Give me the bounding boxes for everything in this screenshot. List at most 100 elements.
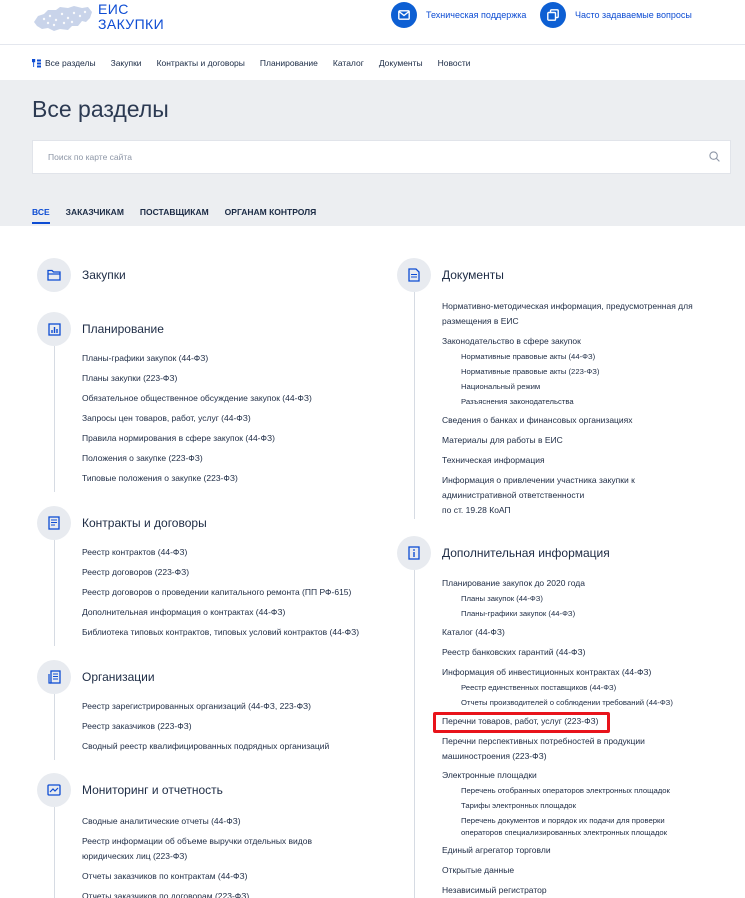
section-link-continued[interactable]: размещения в ЕИС bbox=[442, 315, 693, 335]
section-contracts: Контракты и договоры Реестр контрактов (… bbox=[37, 506, 359, 646]
section-sublink-continued[interactable]: операторов специализированных электронны… bbox=[442, 827, 673, 844]
section-link[interactable]: Дополнительная информация о контрактах (… bbox=[82, 606, 359, 626]
search-input[interactable] bbox=[33, 141, 693, 173]
nav-planning[interactable]: Планирование bbox=[260, 58, 318, 68]
section-link[interactable]: Реестр договоров о проведении капитально… bbox=[82, 586, 359, 606]
section-sublink[interactable]: Нормативные правовые акты (44-ФЗ) bbox=[442, 351, 693, 366]
nav-news[interactable]: Новости bbox=[438, 58, 471, 68]
section-link[interactable]: Отчеты заказчиков по договорам (223-ФЗ) bbox=[82, 890, 312, 898]
section-title[interactable]: Документы bbox=[442, 268, 504, 282]
section-link[interactable]: Сводные аналитические отчеты (44-ФЗ) bbox=[82, 815, 312, 835]
sitemap-icon bbox=[32, 58, 41, 67]
section-link[interactable]: Реестр информации об объеме выручки отде… bbox=[82, 835, 312, 850]
section-title[interactable]: Планирование bbox=[82, 322, 164, 336]
section-link[interactable]: Библиотека типовых контрактов, типовых у… bbox=[82, 626, 359, 646]
file-icon bbox=[397, 258, 431, 292]
section-link[interactable]: Планы-графики закупок (44-ФЗ) bbox=[82, 352, 312, 372]
nav-all-sections[interactable]: Все разделы bbox=[32, 58, 96, 68]
section-link[interactable]: Типовые положения о закупке (223-ФЗ) bbox=[82, 472, 312, 492]
section-sublink[interactable]: Нормативные правовые акты (223-ФЗ) bbox=[442, 366, 693, 381]
section-link[interactable]: Реестр контрактов (44-ФЗ) bbox=[82, 546, 359, 566]
section-link[interactable]: Материалы для работы в ЕИС bbox=[442, 434, 693, 454]
section-link-continued[interactable]: юридических лиц (223-ФЗ) bbox=[82, 850, 312, 870]
nav-catalog[interactable]: Каталог bbox=[333, 58, 364, 68]
section-link-continued[interactable]: по ст. 19.28 КоАП bbox=[442, 504, 693, 519]
tab-customers[interactable]: ЗАКАЗЧИКАМ bbox=[66, 207, 124, 217]
section-monitoring: Мониторинг и отчетность Сводные аналитич… bbox=[37, 773, 312, 898]
section-link[interactable]: Реестр зарегистрированных организаций (4… bbox=[82, 700, 329, 720]
section-link[interactable]: Единый агрегатор торговли bbox=[442, 844, 673, 864]
nav-documents[interactable]: Документы bbox=[379, 58, 423, 68]
section-link[interactable]: Независимый регистратор bbox=[442, 884, 673, 898]
section-planning: Планирование Планы-графики закупок (44-Ф… bbox=[37, 312, 312, 492]
logo-line-2: ЗАКУПКИ bbox=[98, 16, 165, 32]
section-link[interactable]: Открытые данные bbox=[442, 864, 673, 884]
section-link-continued[interactable]: машиностроения (223-ФЗ) bbox=[442, 750, 673, 769]
section-link[interactable]: Электронные площадки bbox=[442, 769, 673, 785]
section-link[interactable]: Реестр заказчиков (223-ФЗ) bbox=[82, 720, 329, 740]
section-link[interactable]: Реестр договоров (223-ФЗ) bbox=[82, 566, 359, 586]
tab-control-bodies[interactable]: ОРГАНАМ КОНТРОЛЯ bbox=[225, 207, 317, 217]
mail-icon bbox=[391, 2, 417, 28]
section-title[interactable]: Закупки bbox=[82, 268, 126, 282]
section-sublink[interactable]: Национальный режим bbox=[442, 381, 693, 396]
header-divider bbox=[0, 44, 745, 45]
section-link[interactable]: Правила нормирования в сфере закупок (44… bbox=[82, 432, 312, 452]
section-link[interactable]: Техническая информация bbox=[442, 454, 693, 474]
section-link[interactable]: Запросы цен товаров, работ, услуг (44-ФЗ… bbox=[82, 412, 312, 432]
document-icon bbox=[37, 506, 71, 540]
section-link[interactable]: Обязательное общественное обсуждение зак… bbox=[82, 392, 312, 412]
faq-link[interactable]: Часто задаваемые вопросы bbox=[540, 2, 692, 28]
monitor-icon bbox=[37, 773, 71, 807]
section-link[interactable]: Нормативно-методическая информация, пред… bbox=[442, 300, 693, 315]
nav-purchases[interactable]: Закупки bbox=[111, 58, 142, 68]
section-links: Планы-графики закупок (44-ФЗ) Планы заку… bbox=[54, 346, 312, 492]
header: ЕИС ЗАКУПКИ Техническая поддержка Часто … bbox=[0, 0, 745, 44]
section-link[interactable]: Информация о привлечении участника закуп… bbox=[442, 474, 693, 489]
section-title[interactable]: Мониторинг и отчетность bbox=[82, 783, 223, 797]
section-title[interactable]: Контракты и договоры bbox=[82, 516, 207, 530]
section-link[interactable]: Планирование закупок до 2020 года bbox=[442, 577, 673, 593]
support-label: Техническая поддержка bbox=[426, 10, 527, 20]
eis-logo[interactable]: ЕИС ЗАКУПКИ bbox=[32, 0, 192, 36]
section-link[interactable]: Каталог (44-ФЗ) bbox=[442, 626, 673, 646]
section-sublink[interactable]: Планы закупок (44-ФЗ) bbox=[442, 593, 673, 608]
section-sublink[interactable]: Перечень отобранных операторов электронн… bbox=[442, 785, 673, 800]
tab-suppliers[interactable]: ПОСТАВЩИКАМ bbox=[140, 207, 209, 217]
section-link[interactable]: Планы закупки (223-ФЗ) bbox=[82, 372, 312, 392]
section-links: Сводные аналитические отчеты (44-ФЗ) Рее… bbox=[54, 807, 312, 898]
section-title[interactable]: Организации bbox=[82, 670, 155, 684]
section-sublink[interactable]: Тарифы электронных площадок bbox=[442, 800, 673, 815]
logo-text: ЕИС ЗАКУПКИ bbox=[98, 2, 164, 32]
section-title[interactable]: Дополнительная информация bbox=[442, 546, 610, 560]
russia-map-icon bbox=[34, 6, 92, 31]
section-links: Реестр зарегистрированных организаций (4… bbox=[54, 694, 329, 760]
nav-all-sections-label: Все разделы bbox=[45, 58, 96, 68]
section-links: Планирование закупок до 2020 года Планы … bbox=[414, 570, 673, 898]
section-link[interactable]: Сведения о банках и финансовых организац… bbox=[442, 414, 693, 434]
page-title: Все разделы bbox=[32, 96, 169, 122]
section-sublink[interactable]: Разъяснения законодательства bbox=[442, 396, 693, 414]
section-sublink[interactable]: Планы-графики закупок (44-ФЗ) bbox=[442, 608, 673, 626]
nav-contracts[interactable]: Контракты и договоры bbox=[157, 58, 245, 68]
support-link[interactable]: Техническая поддержка bbox=[391, 2, 526, 28]
audience-tabs: ВСЕ ЗАКАЗЧИКАМ ПОСТАВЩИКАМ ОРГАНАМ КОНТР… bbox=[32, 207, 332, 224]
section-link[interactable]: Информация об инвестиционных контрактах … bbox=[442, 666, 673, 682]
section-links: Реестр контрактов (44-ФЗ) Реестр договор… bbox=[54, 540, 359, 646]
section-sublink[interactable]: Реестр единственных поставщиков (44-ФЗ) bbox=[442, 682, 673, 697]
section-link[interactable]: Перечни перспективных потребностей в про… bbox=[442, 735, 673, 750]
section-link[interactable]: Сводный реестр квалифицированных подрядн… bbox=[82, 740, 329, 760]
highlight-box bbox=[433, 712, 610, 733]
section-link[interactable]: Положения о закупке (223-ФЗ) bbox=[82, 452, 312, 472]
tab-all[interactable]: ВСЕ bbox=[32, 207, 50, 224]
section-link[interactable]: Отчеты заказчиков по контрактам (44-ФЗ) bbox=[82, 870, 312, 890]
section-sublink[interactable]: Перечень документов и порядок их подачи … bbox=[442, 815, 673, 827]
section-purchases: Закупки bbox=[37, 258, 126, 292]
logo-line-1: ЕИС bbox=[98, 1, 129, 17]
section-link[interactable]: Законодательство в сфере закупок bbox=[442, 335, 693, 351]
bar-chart-icon bbox=[37, 312, 71, 346]
section-link-continued[interactable]: административной ответственности bbox=[442, 489, 693, 504]
section-link[interactable]: Реестр банковских гарантий (44-ФЗ) bbox=[442, 646, 673, 666]
search-icon[interactable] bbox=[709, 151, 720, 162]
organization-icon bbox=[37, 660, 71, 694]
